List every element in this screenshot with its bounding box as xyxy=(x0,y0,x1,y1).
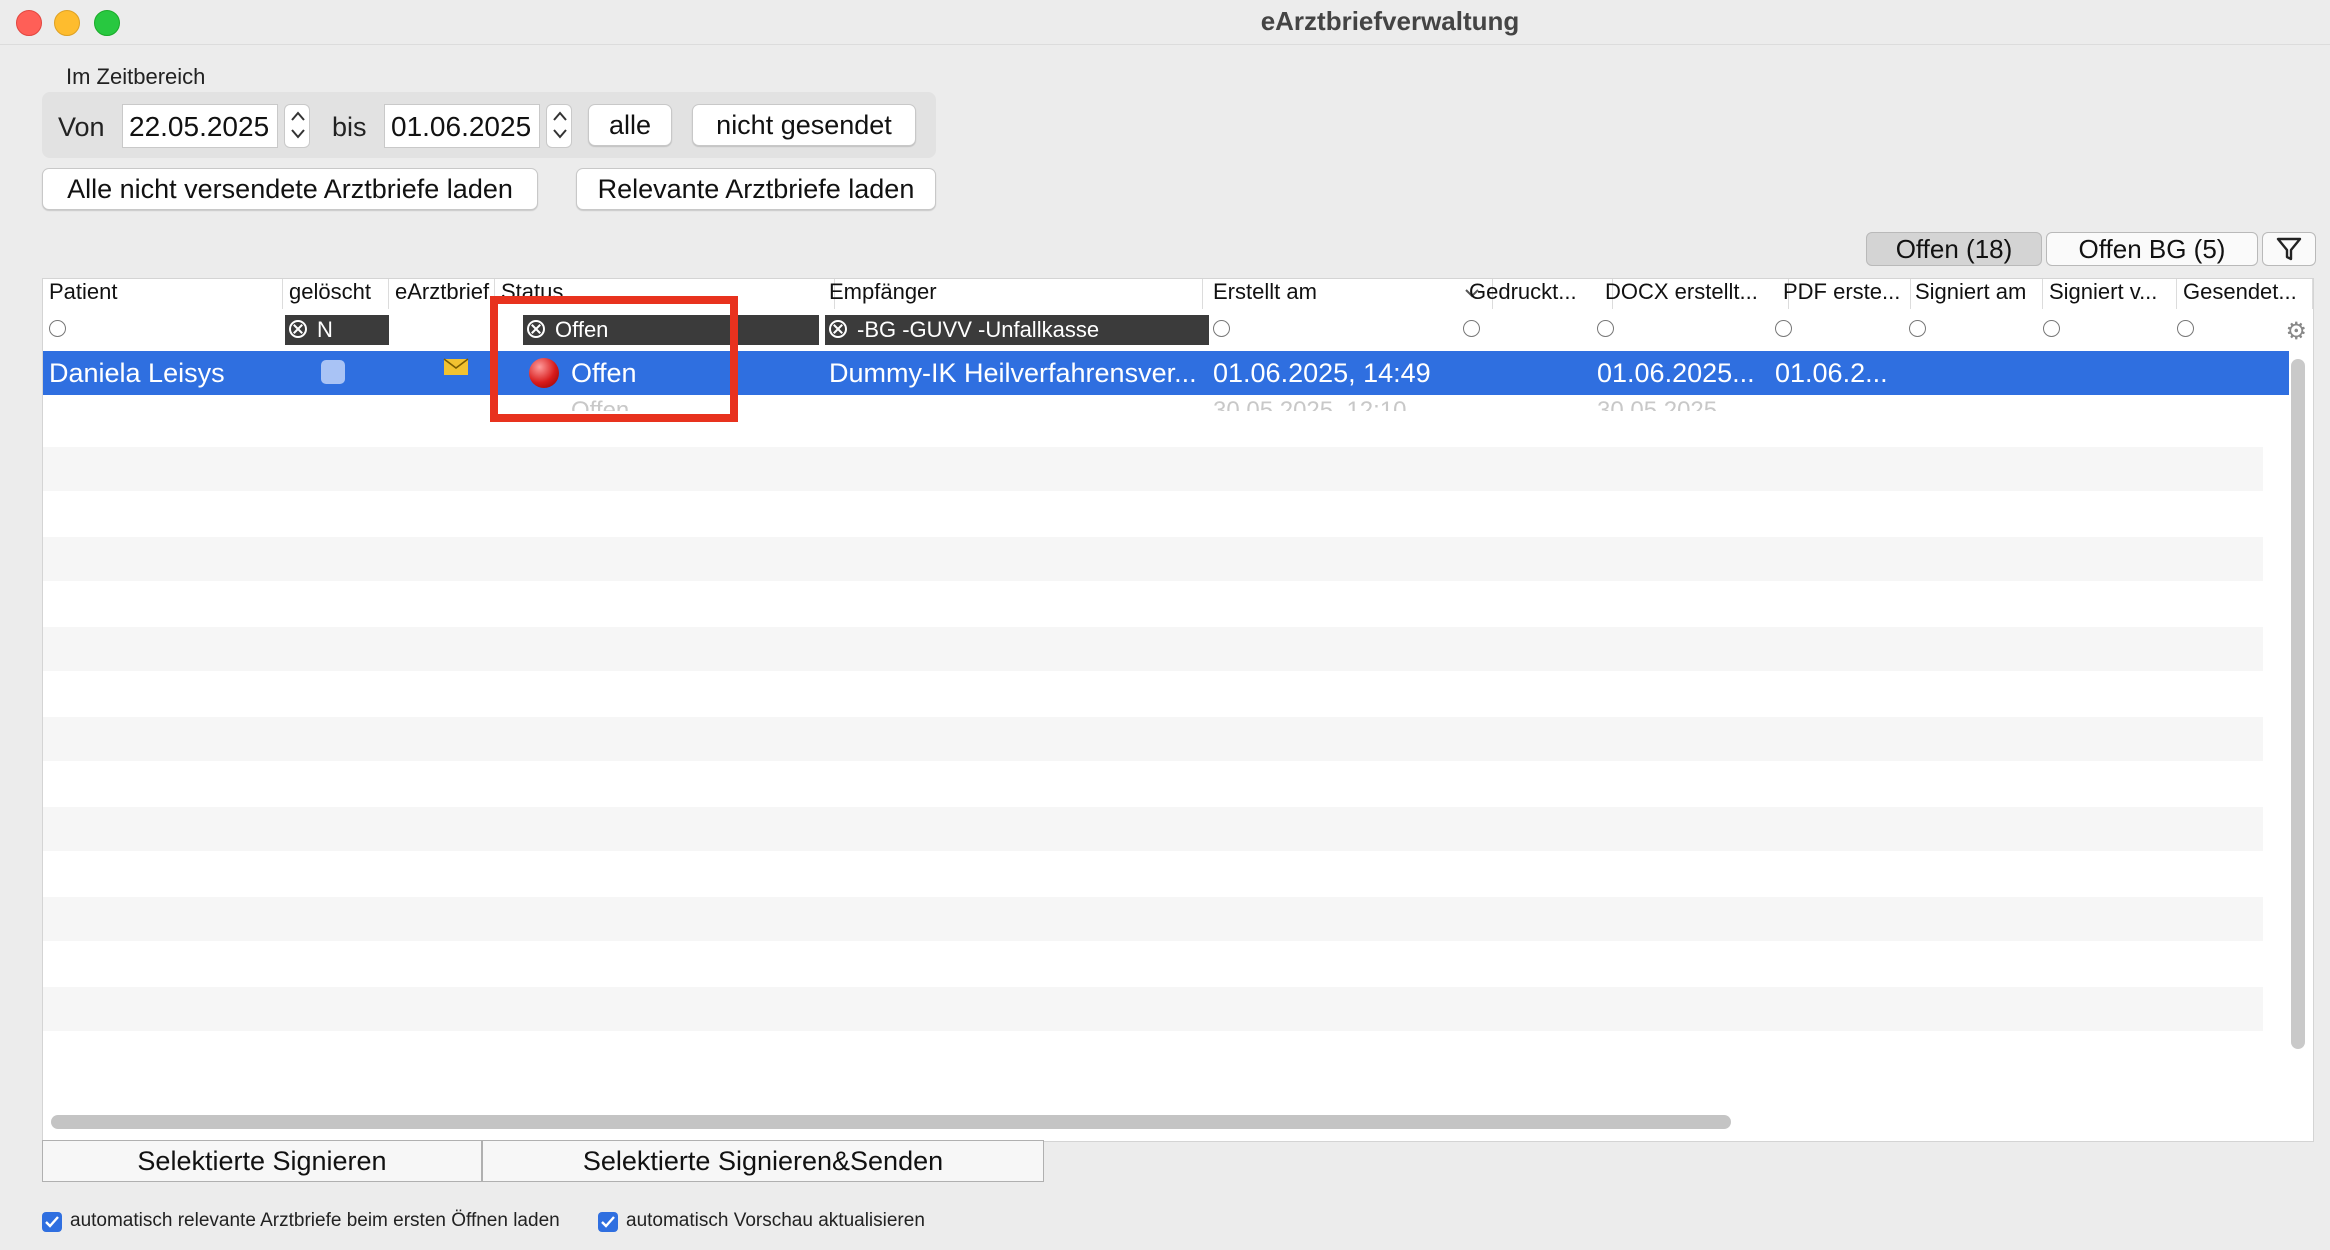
checkmark-icon xyxy=(45,1216,59,1228)
cell-created: 01.06.2025, 14:49 xyxy=(1213,358,1431,388)
filter-button[interactable] xyxy=(2262,232,2316,266)
to-date-field[interactable]: 01.06.2025 xyxy=(384,104,540,148)
deleted-checkbox[interactable] xyxy=(321,360,345,384)
col-header-signed-by[interactable]: Signiert v... xyxy=(2043,279,2177,309)
row-stripe xyxy=(43,987,2263,1031)
to-label: bis xyxy=(332,112,367,142)
partial-row-created: 30.05.2025, 12:10 xyxy=(1213,397,1407,411)
col-header-recipient[interactable]: Empfänger xyxy=(823,279,1203,309)
to-date-stepper[interactable] xyxy=(546,104,572,148)
filter-radio-printed[interactable] xyxy=(1463,320,1480,337)
funnel-icon xyxy=(2276,237,2302,261)
col-header-sent[interactable]: Gesendet... xyxy=(2177,279,2313,309)
segment-open-bg[interactable]: Offen BG (5) xyxy=(2046,232,2258,266)
filter-radio-created[interactable] xyxy=(1213,320,1230,337)
from-date-field[interactable]: 22.05.2025 xyxy=(122,104,278,148)
row-stripe xyxy=(43,897,2263,941)
not-sent-button[interactable]: nicht gesendet xyxy=(692,104,916,146)
col-header-patient[interactable]: Patient xyxy=(43,279,283,309)
auto-load-checkbox[interactable] xyxy=(42,1212,62,1232)
col-header-docx[interactable]: DOCX erstellt... xyxy=(1599,279,1789,309)
filter-radio-docx[interactable] xyxy=(1597,320,1614,337)
partial-row-docx: 30.05.2025... xyxy=(1597,397,1738,411)
all-button[interactable]: alle xyxy=(588,104,672,146)
col-header-signed-at[interactable]: Signiert am xyxy=(1909,279,2043,309)
cell-recipient: Dummy-IK Heilverfahrensver... xyxy=(829,358,1197,388)
cell-patient: Daniela Leisys xyxy=(49,358,225,388)
filter-radio-sent[interactable] xyxy=(2177,320,2194,337)
vertical-scrollbar[interactable] xyxy=(2291,359,2305,1049)
envelope-icon xyxy=(443,358,469,375)
cell-pdf: 01.06.2... xyxy=(1775,358,1888,388)
horizontal-scrollbar[interactable] xyxy=(51,1115,1731,1129)
sign-selected-button[interactable]: Selektierte Signieren xyxy=(42,1140,482,1182)
filter-radio-pdf[interactable] xyxy=(1775,320,1792,337)
col-header-deleted[interactable]: gelöscht xyxy=(283,279,389,309)
window: eArztbriefverwaltung Im Zeitbereich Von … xyxy=(0,0,2330,1250)
filter-recipient-value: -BG -GUVV -Unfallkasse xyxy=(857,317,1100,342)
row-stripe xyxy=(43,717,2263,761)
highlight-box xyxy=(490,296,738,422)
row-stripe xyxy=(43,807,2263,851)
filter-deleted-value: N xyxy=(317,317,333,342)
auto-preview-checkbox[interactable] xyxy=(598,1212,618,1232)
cell-docx: 01.06.2025... xyxy=(1597,358,1755,388)
filter-radio-signed-by[interactable] xyxy=(2043,320,2060,337)
stepper-arrows-icon xyxy=(553,111,567,139)
load-relevant-button[interactable]: Relevante Arztbriefe laden xyxy=(576,168,936,210)
col-header-pdf[interactable]: PDF erste... xyxy=(1777,279,1911,309)
col-header-printed[interactable]: Gedruckt... xyxy=(1463,279,1613,309)
title-bar: eArztbriefverwaltung xyxy=(0,0,2330,45)
load-unsent-button[interactable]: Alle nicht versendete Arztbriefe laden xyxy=(42,168,538,210)
filter-recipient[interactable]: -BG -GUVV -Unfallkasse xyxy=(825,315,1209,345)
filter-radio-patient[interactable] xyxy=(49,320,66,337)
clear-filter-icon[interactable] xyxy=(289,320,307,338)
auto-preview-label: automatisch Vorschau aktualisieren xyxy=(626,1210,925,1231)
checkmark-icon xyxy=(601,1216,615,1228)
col-header-earztbrief[interactable]: eArztbrief xyxy=(389,279,495,309)
row-stripe xyxy=(43,627,2263,671)
time-range-label: Im Zeitbereich xyxy=(66,64,206,89)
row-stripe xyxy=(43,447,2263,491)
filter-deleted[interactable]: N xyxy=(285,315,389,345)
table-row[interactable]: Daniela Leisys Offen Dummy-IK Heilverfah… xyxy=(43,351,2289,395)
segment-open[interactable]: Offen (18) xyxy=(1866,232,2042,266)
window-title: eArztbriefverwaltung xyxy=(1260,6,1520,36)
auto-load-label: automatisch relevante Arztbriefe beim er… xyxy=(70,1210,560,1231)
col-header-created-label: Erstellt am xyxy=(1213,279,1317,304)
letters-table[interactable]: Patient gelöscht eArztbrief Status Empfä… xyxy=(42,278,2314,1142)
from-date-stepper[interactable] xyxy=(284,104,310,148)
filter-radio-signed-at[interactable] xyxy=(1909,320,1926,337)
stepper-arrows-icon xyxy=(291,111,305,139)
col-header-created[interactable]: Erstellt am xyxy=(1207,279,1493,309)
sign-send-selected-button[interactable]: Selektierte Signieren&Senden xyxy=(482,1140,1044,1182)
from-label: Von xyxy=(58,112,105,142)
row-stripe xyxy=(43,537,2263,581)
gear-icon[interactable]: ⚙ xyxy=(2285,317,2307,346)
clear-filter-icon[interactable] xyxy=(829,320,847,338)
